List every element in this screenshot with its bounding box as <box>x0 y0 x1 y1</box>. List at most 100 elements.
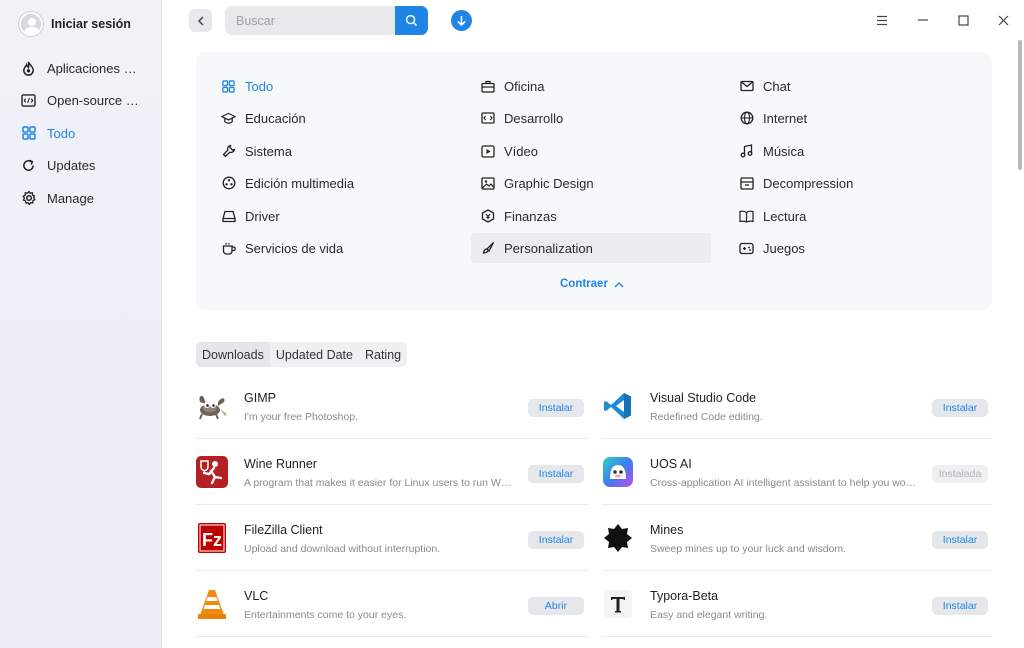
install-button[interactable]: Instalar <box>932 531 988 549</box>
sidebar-item-all[interactable]: Todo <box>10 117 152 150</box>
sidebar-item-label: Open-source … <box>47 93 139 109</box>
app-name: Visual Studio Code <box>650 391 757 405</box>
app-card-wine-runner[interactable]: Wine Runner A program that makes it easi… <box>196 439 588 505</box>
coin-icon <box>480 209 495 224</box>
fire-icon <box>20 60 37 77</box>
gear-icon <box>20 190 37 207</box>
category-games[interactable]: Juegos <box>714 233 805 263</box>
collapse-label: Contraer <box>560 278 608 290</box>
category-music[interactable]: Música <box>714 136 804 166</box>
install-button[interactable]: Instalar <box>528 399 584 417</box>
avatar[interactable] <box>19 12 43 36</box>
code-icon <box>20 92 37 109</box>
brush-icon <box>480 241 495 256</box>
install-button[interactable]: Instalar <box>932 597 988 615</box>
category-graphic-design[interactable]: Graphic Design <box>455 168 594 198</box>
image-icon <box>480 176 495 191</box>
sidebar-item-label: Manage <box>47 190 94 206</box>
menu-button[interactable] <box>873 11 891 29</box>
app-name: Typora-Beta <box>650 589 719 603</box>
category-finance[interactable]: Finanzas <box>455 201 557 231</box>
category-personalization[interactable]: Personalization <box>471 233 711 263</box>
installed-button: Instalada <box>932 465 988 483</box>
search-button[interactable] <box>395 6 428 35</box>
sidebar-item-apps[interactable]: Aplicaciones … <box>10 52 152 85</box>
category-development[interactable]: Desarrollo <box>455 103 563 133</box>
collapse-button[interactable]: Contraer <box>560 278 624 290</box>
app-name: Mines <box>650 523 684 537</box>
sidebar: Iniciar sesión Aplicaciones … Open-sourc… <box>0 0 162 648</box>
open-button[interactable]: Abrir <box>528 597 584 615</box>
sidebar-item-label: Updates <box>47 158 96 174</box>
app-card-uos-ai[interactable]: UOS AI Cross-application AI intelligent … <box>602 439 992 505</box>
wrench-icon <box>221 144 236 159</box>
category-all[interactable]: Todo <box>196 71 273 101</box>
app-description: A program that makes it easier for Linux… <box>244 477 512 489</box>
grid-icon <box>221 79 236 94</box>
category-education[interactable]: Educación <box>196 103 306 133</box>
scrollbar[interactable] <box>1018 40 1022 170</box>
install-button[interactable]: Instalar <box>528 531 584 549</box>
chevron-up-icon <box>614 281 624 287</box>
wine-runner-icon <box>196 456 228 488</box>
app-description: Easy and elegant writing. <box>650 609 768 621</box>
category-system[interactable]: Sistema <box>196 136 292 166</box>
app-card-mines[interactable]: Mines Sweep mines up to your luck and wi… <box>602 505 992 571</box>
sidebar-item-updates[interactable]: Updates <box>10 150 152 183</box>
category-multimedia[interactable]: Edición multimedia <box>196 168 354 198</box>
app-description: Upload and download without interruption… <box>244 543 441 555</box>
sidebar-item-label: Aplicaciones … <box>47 60 137 76</box>
mail-icon <box>739 79 754 94</box>
login-label[interactable]: Iniciar sesión <box>51 17 131 31</box>
film-reel-icon <box>221 176 236 191</box>
music-note-icon <box>739 144 754 159</box>
play-icon <box>480 144 495 159</box>
typora-icon <box>602 588 634 620</box>
app-description: Entertainments come to your eyes. <box>244 609 407 621</box>
category-life-services[interactable]: Servicios de vida <box>196 233 343 263</box>
category-internet[interactable]: Internet <box>714 103 807 133</box>
sidebar-item-manage[interactable]: Manage <box>10 182 152 215</box>
tab-downloads[interactable]: Downloads <box>196 342 270 367</box>
maximize-icon <box>957 14 969 26</box>
app-description: I'm your free Photoshop. <box>244 411 359 423</box>
vlc-icon <box>196 588 228 620</box>
app-card-typora[interactable]: Typora-Beta Easy and elegant writing. In… <box>602 571 992 637</box>
category-label: Decompression <box>763 175 854 191</box>
category-reading[interactable]: Lectura <box>714 201 806 231</box>
category-driver[interactable]: Driver <box>196 201 280 231</box>
install-button[interactable]: Instalar <box>932 399 988 417</box>
code-icon <box>480 111 495 126</box>
download-arrow-icon <box>457 15 466 26</box>
search-icon <box>405 14 418 27</box>
category-label: Educación <box>245 110 306 126</box>
app-card-vscode[interactable]: Visual Studio Code Redefined Code editin… <box>602 373 992 439</box>
svg-text:Fz: Fz <box>202 530 222 550</box>
mine-icon <box>602 522 634 554</box>
category-chat[interactable]: Chat <box>714 71 790 101</box>
app-card-vlc[interactable]: VLC Entertainments come to your eyes. Ab… <box>196 571 588 637</box>
install-button[interactable]: Instalar <box>528 465 584 483</box>
app-card-filezilla[interactable]: Fz FileZilla Client Upload and download … <box>196 505 588 571</box>
app-name: FileZilla Client <box>244 523 323 537</box>
tab-rating[interactable]: Rating <box>359 342 407 367</box>
category-label: Lectura <box>763 208 807 224</box>
category-office[interactable]: Oficina <box>455 71 544 101</box>
downloads-button[interactable] <box>451 10 472 31</box>
sidebar-item-open-source[interactable]: Open-source … <box>10 85 152 118</box>
app-card-gimp[interactable]: GIMP I'm your free Photoshop. Instalar <box>196 373 588 439</box>
login-row[interactable]: Iniciar sesión <box>19 12 131 36</box>
search-input[interactable] <box>225 6 395 35</box>
back-button[interactable] <box>189 9 212 32</box>
briefcase-icon <box>480 79 495 94</box>
globe-icon <box>739 111 754 126</box>
category-label: Graphic Design <box>504 175 594 191</box>
maximize-button[interactable] <box>954 11 972 29</box>
sidebar-nav: Aplicaciones … Open-source … Todo Update… <box>10 52 152 215</box>
close-button[interactable] <box>994 11 1012 29</box>
category-decompression[interactable]: Decompression <box>714 168 853 198</box>
tab-updated-date[interactable]: Updated Date <box>270 342 359 367</box>
minimize-button[interactable] <box>914 11 932 29</box>
category-label: Sistema <box>245 143 292 159</box>
category-video[interactable]: Vídeo <box>455 136 538 166</box>
